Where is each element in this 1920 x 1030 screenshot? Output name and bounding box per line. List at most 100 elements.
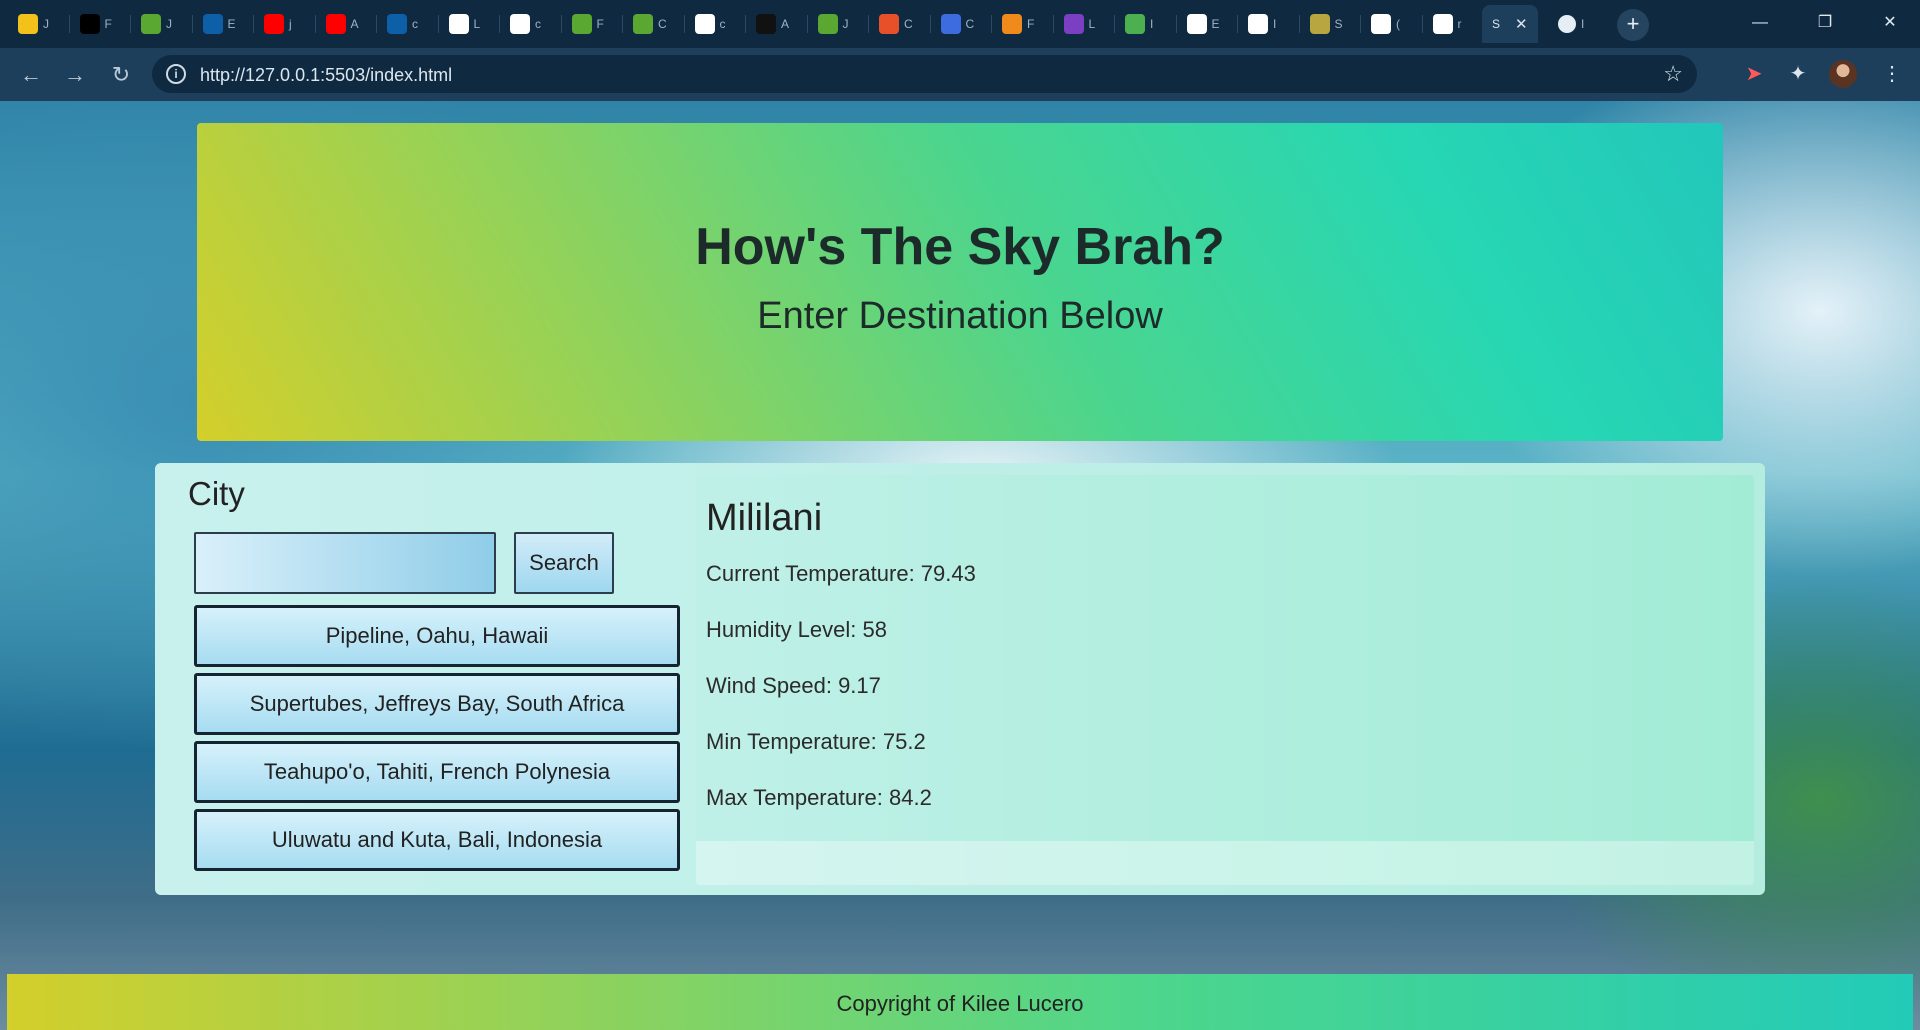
close-window-icon[interactable]: ✕	[1860, 6, 1920, 40]
tab-item[interactable]: E	[1177, 5, 1238, 43]
tab-item-label: r	[1457, 17, 1462, 31]
tab-favicon-icon	[1248, 14, 1268, 34]
tab-item[interactable]: F	[562, 5, 623, 43]
back-icon[interactable]: ←	[16, 60, 46, 90]
tab-item[interactable]: j	[254, 5, 316, 43]
tab-item[interactable]: F	[992, 5, 1054, 43]
city-button-uluwatu[interactable]: Uluwatu and Kuta, Bali, Indonesia	[194, 809, 680, 871]
page-subtitle: Enter Destination Below	[757, 295, 1163, 337]
tab-item-label: E	[227, 17, 236, 31]
city-button-supertubes[interactable]: Supertubes, Jeffreys Bay, South Africa	[194, 673, 680, 735]
tab-favicon-icon	[571, 14, 592, 34]
tab-item[interactable]: C	[869, 5, 931, 43]
tab-item-label: c	[719, 17, 726, 31]
tab-favicon-icon	[387, 14, 407, 34]
max-temperature: Max Temperature: 84.2	[706, 785, 932, 810]
weather-city-name: Mililani	[706, 497, 823, 539]
wind-speed: Wind Speed: 9.17	[706, 673, 881, 698]
tab-favicon-icon	[1063, 14, 1084, 34]
tab-favicon-icon	[325, 14, 346, 34]
tab-item[interactable]: C	[623, 5, 685, 43]
menu-kebab-icon[interactable]: ⋮	[1878, 60, 1906, 88]
tab-item[interactable]: E	[193, 5, 254, 43]
page-viewport: How's The Sky Brah? Enter Destination Be…	[0, 101, 1920, 1030]
tab-favicon-icon	[202, 14, 223, 34]
tab-item-label: A	[350, 17, 359, 31]
tab-item[interactable]: L	[439, 5, 500, 43]
tab-active[interactable]: S ✕	[1482, 5, 1538, 43]
tab-favicon-icon	[1432, 14, 1453, 34]
tab-item[interactable]: (	[1361, 5, 1423, 43]
humidity-level: Humidity Level: 58	[706, 617, 887, 642]
extensions-puzzle-icon[interactable]: ✦	[1784, 60, 1812, 88]
tab-item[interactable]: r	[1423, 5, 1484, 43]
tab-item-label: A	[781, 17, 790, 31]
close-tab-icon[interactable]: ✕	[1515, 15, 1528, 33]
tab-favicon-icon	[1125, 14, 1145, 34]
tab-item-label: F	[104, 17, 112, 31]
tab-favicon-icon	[1186, 14, 1207, 34]
weather-panel-footer	[696, 841, 1754, 885]
main-panel: City Search Pipeline, Oahu, Hawaii Super…	[155, 463, 1765, 895]
min-temperature: Min Temperature: 75.2	[706, 729, 926, 754]
tab-item[interactable]: c	[685, 5, 746, 43]
tab-favicon-icon	[817, 14, 838, 34]
extension-red-icon[interactable]: ➤	[1740, 60, 1768, 88]
tab-item[interactable]: c	[500, 5, 562, 43]
tab-item[interactable]: C	[931, 5, 992, 43]
address-url[interactable]: http://127.0.0.1:5503/index.html	[200, 65, 452, 86]
tab-favicon-icon	[18, 14, 38, 34]
forward-icon[interactable]: →	[60, 60, 90, 90]
search-button[interactable]: Search	[514, 532, 614, 594]
tab-item[interactable]: S	[1300, 5, 1361, 43]
tab-item-label: I	[1273, 17, 1277, 31]
minimize-icon[interactable]: —	[1730, 6, 1790, 40]
new-tab-button[interactable]: +	[1617, 9, 1649, 41]
tab-favicon-icon	[1371, 14, 1391, 34]
tab-item[interactable]: A	[316, 5, 377, 43]
tab-item-label: I	[1581, 17, 1585, 31]
tab-item[interactable]: J	[131, 5, 193, 43]
tab-item[interactable]: I	[1115, 5, 1177, 43]
city-button-teahupoo[interactable]: Teahupo'o, Tahiti, French Polynesia	[194, 741, 680, 803]
browser-toolbar: ← → ↻ i http://127.0.0.1:5503/index.html…	[0, 48, 1920, 101]
tab-item-label: L	[473, 17, 481, 31]
tab-favicon-icon	[448, 14, 469, 34]
tab-item-label: C	[904, 17, 913, 31]
tab-item-label: (	[1396, 17, 1400, 31]
tab-item-label: C	[658, 17, 667, 31]
tab-item[interactable]: c	[377, 5, 439, 43]
restore-icon[interactable]: ❐	[1795, 6, 1855, 40]
tab-favicon-icon	[879, 14, 899, 34]
tab-item-label: c	[535, 17, 541, 31]
saved-cities-list: Pipeline, Oahu, Hawaii Supertubes, Jeffr…	[194, 605, 680, 877]
reload-icon[interactable]: ↻	[106, 60, 136, 90]
tab-item[interactable]: A	[746, 5, 808, 43]
tab-item[interactable]: J	[8, 5, 70, 43]
tab-item[interactable]: I	[1238, 5, 1300, 43]
tab-item[interactable]: I	[1548, 5, 1604, 43]
tab-item-label: j	[289, 17, 292, 31]
site-info-icon[interactable]: i	[166, 64, 186, 84]
profile-avatar[interactable]	[1829, 60, 1857, 88]
city-search-input[interactable]	[194, 532, 496, 594]
tab-favicon-icon	[694, 14, 715, 34]
city-button-pipeline[interactable]: Pipeline, Oahu, Hawaii	[194, 605, 680, 667]
browser-tab-bar: J F J Ej Ac Lc F Cc A J C C F L I E I S (r S ✕ I + — ❐ ✕	[0, 0, 1920, 48]
tab-item-label: F	[1027, 17, 1035, 31]
tab-item[interactable]: L	[1054, 5, 1115, 43]
tab-active-label: S	[1492, 17, 1501, 31]
tab-item-label: J	[166, 17, 172, 31]
address-bar[interactable]: i http://127.0.0.1:5503/index.html ☆	[152, 55, 1697, 93]
tab-item-label: J	[43, 17, 49, 31]
tab-item[interactable]: F	[70, 5, 131, 43]
tab-item[interactable]: J	[808, 5, 869, 43]
current-temperature: Current Temperature: 79.43	[706, 561, 976, 586]
tab-favicon-icon	[1002, 14, 1022, 34]
weather-panel: Mililani Current Temperature: 79.43 Humi…	[696, 475, 1754, 885]
bookmark-star-icon[interactable]: ☆	[1663, 61, 1683, 87]
globe-icon	[1558, 15, 1576, 33]
tab-favicon-icon	[1309, 14, 1330, 34]
tab-item-label: F	[596, 17, 604, 31]
tab-favicon-icon	[633, 14, 653, 34]
